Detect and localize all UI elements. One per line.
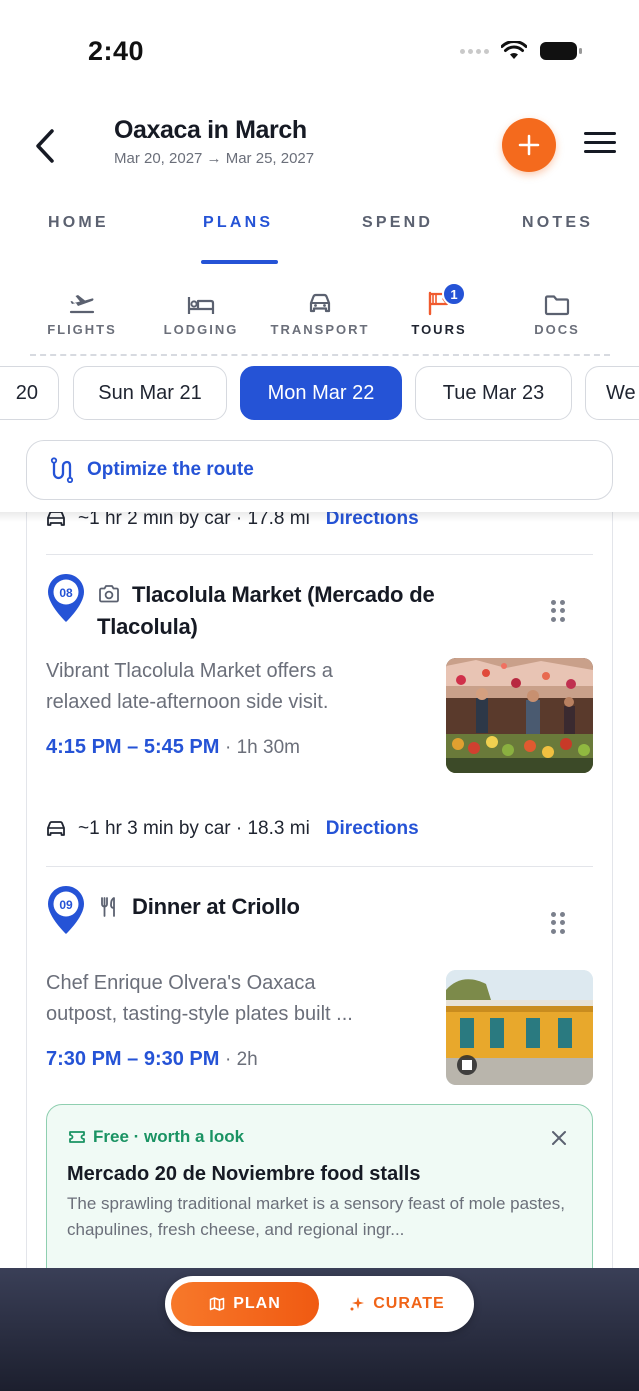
sparkle-icon <box>350 1297 365 1311</box>
stop-duration: · 1h 30m <box>224 737 300 758</box>
car-icon <box>47 821 65 836</box>
travel-segment: ~1 hr 3 min by car · 18.3 mi Directions <box>46 814 419 844</box>
plan-mode-label: PLAN <box>233 1295 281 1312</box>
travel-summary: ~1 hr 3 min by car · 18.3 mi <box>78 818 310 839</box>
stop-description: Chef Enrique Olvera's Oaxaca <box>46 972 316 994</box>
stop-title[interactable]: Dinner at Criollo <box>132 891 300 923</box>
subtab-lodging[interactable]: LODGING <box>146 280 256 337</box>
stop-description: Vibrant Tlacolula Market offers a <box>46 660 333 682</box>
dismiss-suggestion-button[interactable] <box>550 1129 568 1147</box>
wifi-icon <box>501 41 527 59</box>
stop-number: 09 <box>59 898 73 912</box>
stop-description-continued: outpost, tasting-style plates built ... <box>46 1003 353 1025</box>
date-pill-mar-24[interactable]: We <box>585 366 639 420</box>
tab-notes[interactable]: NOTES <box>522 214 593 232</box>
suggestion-description: The sprawling traditional market is a se… <box>67 1194 565 1239</box>
subtab-label: TRANSPORT <box>270 322 370 337</box>
suggestion-card[interactable]: Free · worth a look Mercado 20 de Noviem… <box>46 1104 593 1268</box>
directions-link[interactable]: Directions <box>326 818 419 840</box>
fork-knife-icon <box>101 897 115 917</box>
tab-plans[interactable]: PLANS <box>203 214 273 232</box>
hamburger-icon-line <box>584 141 616 144</box>
bottom-bar: PLAN CURATE <box>0 1268 639 1391</box>
stop-description-continued: relaxed late-afternoon side visit. <box>46 691 329 713</box>
divider <box>46 554 593 555</box>
status-icons <box>460 40 583 62</box>
itinerary-list[interactable]: ~1 hr 2 min by car · 17.8 mi Directions … <box>0 512 639 1268</box>
chevron-left-icon <box>36 129 54 163</box>
market-photo-image <box>446 658 593 773</box>
menu-button[interactable] <box>584 132 616 158</box>
plan-mode-button[interactable]: PLAN <box>171 1282 319 1326</box>
subtab-label: LODGING <box>163 322 239 337</box>
subtab-transport[interactable]: TRANSPORT <box>265 280 375 337</box>
subtab-flights[interactable]: FLIGHTS <box>27 280 137 337</box>
subtab-docs[interactable]: DOCS <box>502 280 612 337</box>
subtab-label: DOCS <box>534 322 580 337</box>
map-icon <box>209 1297 225 1311</box>
back-button[interactable] <box>30 126 60 166</box>
suggestion-title: Mercado 20 de Noviembre food stalls <box>67 1163 421 1185</box>
mode-toggle: PLAN CURATE <box>165 1276 474 1332</box>
subtab-label: FLIGHTS <box>47 322 117 337</box>
curate-mode-label: CURATE <box>373 1295 445 1312</box>
date-pill-mar-21[interactable]: Sun Mar 21 <box>73 366 227 420</box>
ticket-icon <box>69 1131 85 1143</box>
header-shadow <box>0 512 639 522</box>
tab-home[interactable]: HOME <box>48 214 109 232</box>
battery-icon <box>540 42 582 60</box>
suggestion-tag-label: Free · worth a look <box>93 1127 245 1146</box>
hamburger-icon-line <box>584 132 616 135</box>
tab-spend[interactable]: SPEND <box>362 214 433 232</box>
subtab-tours[interactable]: TOURS <box>384 280 494 337</box>
date-pill-mar-20[interactable]: 20 <box>0 366 59 420</box>
plan-category-tabs: FLIGHTS LODGING TRANSPORT TOURS DOCS <box>0 280 639 356</box>
active-tab-indicator <box>201 260 278 264</box>
stop-number-pin: 08 <box>46 572 86 624</box>
stop-time-range: 7:30 PM – 9:30 PM <box>46 1048 220 1070</box>
trip-header: Oaxaca in March Mar 20, 2027 → Mar 25, 2… <box>0 108 639 188</box>
divider <box>46 866 593 867</box>
plus-icon <box>518 134 540 156</box>
curate-mode-button[interactable]: CURATE <box>327 1282 467 1326</box>
stop-number: 08 <box>59 586 73 600</box>
stop-time: 7:30 PM – 9:30 PM · 2h <box>46 1048 258 1071</box>
tours-count-badge: 1 <box>442 282 466 306</box>
stop-time-range: 4:15 PM – 5:45 PM <box>46 736 220 758</box>
car-icon <box>309 293 331 313</box>
stop-duration: · 2h <box>224 1049 258 1070</box>
stop-time: 4:15 PM – 5:45 PM · 1h 30m <box>46 736 300 759</box>
suggestion-tag: Free · worth a look <box>67 1127 244 1147</box>
bed-icon <box>187 297 215 314</box>
page-title: Oaxaca in March <box>114 116 307 144</box>
stop-title-continued[interactable]: Tlacolula) <box>97 611 198 643</box>
cellular-signal-icon <box>460 48 489 54</box>
main-tabs: HOME PLANS SPEND NOTES <box>0 196 639 266</box>
divider <box>30 354 610 356</box>
date-pill-mar-23[interactable]: Tue Mar 23 <box>415 366 572 420</box>
date-selector: 20 Sun Mar 21 Mon Mar 22 Tue Mar 23 We <box>0 366 639 422</box>
drag-handle[interactable] <box>551 600 565 622</box>
drag-handle[interactable] <box>551 912 565 934</box>
optimize-route-button[interactable]: Optimize the route <box>26 440 613 500</box>
status-time: 2:40 <box>88 36 145 66</box>
status-bar: 2:40 <box>0 0 639 100</box>
camera-icon <box>99 585 119 603</box>
stop-title[interactable]: Tlacolula Market (Mercado de <box>132 579 435 611</box>
add-button[interactable] <box>502 118 556 172</box>
plane-icon <box>69 295 95 314</box>
subtab-label: TOURS <box>411 322 467 337</box>
hamburger-icon-line <box>584 150 616 153</box>
date-pill-mar-22[interactable]: Mon Mar 22 <box>240 366 402 420</box>
restaurant-photo-image <box>446 970 593 1085</box>
optimize-route-label: Optimize the route <box>87 459 254 480</box>
stop-number-pin: 09 <box>46 884 86 936</box>
close-icon <box>552 1131 566 1145</box>
folder-icon <box>544 295 570 316</box>
stop-photo[interactable] <box>446 970 593 1085</box>
stop-photo[interactable] <box>446 658 593 773</box>
trip-dates: Mar 20, 2027 → Mar 25, 2027 <box>114 150 315 167</box>
route-icon <box>50 457 73 483</box>
